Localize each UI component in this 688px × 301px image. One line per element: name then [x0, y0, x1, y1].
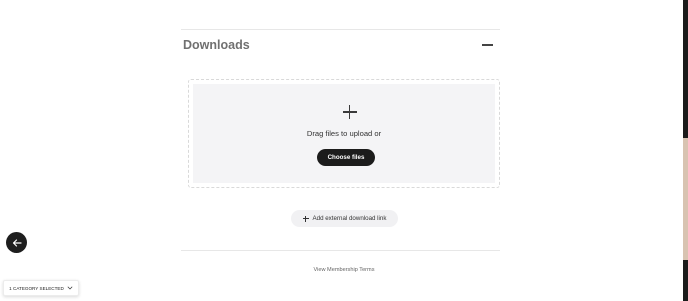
- scrollbar-thumb[interactable]: [683, 138, 688, 260]
- add-external-link-button[interactable]: Add external download link: [291, 210, 398, 227]
- upload-dropzone[interactable]: Drag files to upload or Choose files: [188, 79, 500, 188]
- page: Downloads Drag files to upload or Choose…: [0, 0, 688, 301]
- scrollbar[interactable]: [683, 0, 688, 301]
- back-button[interactable]: [6, 232, 27, 253]
- arrow-left-icon: [12, 238, 22, 247]
- collapse-button[interactable]: [481, 43, 494, 47]
- chevron-down-icon: [67, 286, 73, 290]
- add-external-link-label: Add external download link: [312, 215, 387, 222]
- section-divider-top: [181, 29, 500, 30]
- plus-icon: [343, 105, 357, 119]
- dropzone-area[interactable]: Drag files to upload or Choose files: [193, 84, 495, 183]
- choose-files-button[interactable]: Choose files: [317, 149, 375, 166]
- plus-icon: [302, 215, 309, 222]
- category-filter-label: 1 CATEGORY SELECTED: [9, 285, 64, 291]
- category-filter-button[interactable]: 1 CATEGORY SELECTED: [3, 280, 79, 296]
- section-divider-bottom: [181, 250, 500, 251]
- downloads-title: Downloads: [183, 38, 250, 52]
- drag-files-text: Drag files to upload or: [306, 129, 382, 138]
- minus-icon: [482, 44, 493, 46]
- membership-terms-link[interactable]: View Membership Terms: [0, 267, 688, 273]
